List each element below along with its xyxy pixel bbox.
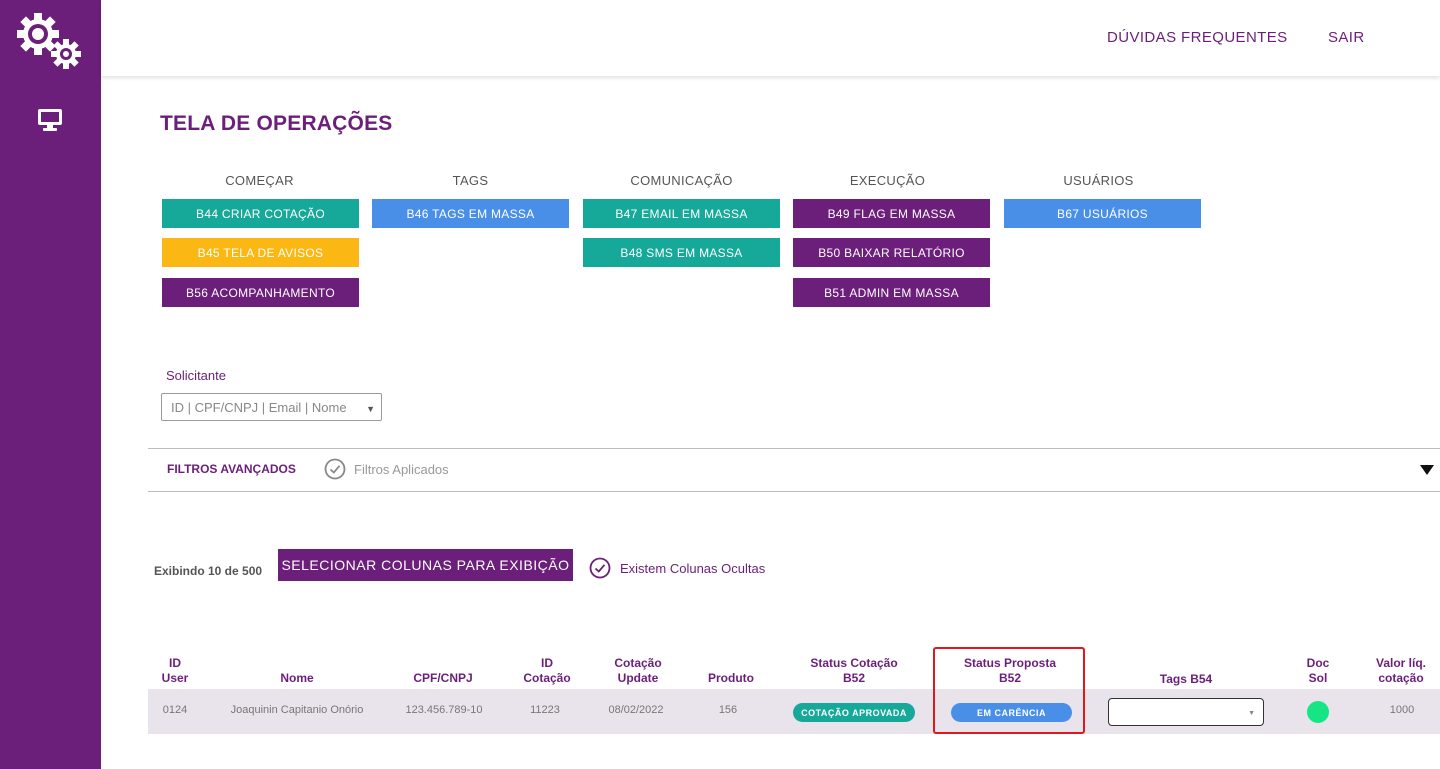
group-title-tags: TAGS bbox=[452, 173, 489, 188]
top-navbar: DÚVIDAS FREQUENTES SAIR bbox=[101, 0, 1440, 76]
group-title-execucao: EXECUÇÃO bbox=[849, 173, 926, 188]
tags-em-massa-button[interactable]: B46 TAGS EM MASSA bbox=[372, 199, 569, 228]
tags-select[interactable]: ▼ bbox=[1108, 698, 1264, 726]
advanced-filters-bar: FILTROS AVANÇADOS Filtros Aplicados bbox=[148, 448, 1440, 492]
sms-em-massa-button[interactable]: B48 SMS EM MASSA bbox=[583, 238, 780, 267]
group-title-usuarios: USUÁRIOS bbox=[1063, 173, 1134, 188]
showing-count: Exibindo 10 de 500 bbox=[154, 564, 263, 578]
column-header-cpf[interactable]: CPF/CNPJ bbox=[403, 671, 483, 686]
column-header-id-user[interactable]: ID User bbox=[154, 656, 196, 686]
column-header-status-proposta[interactable]: Status Proposta B52 bbox=[950, 656, 1070, 686]
monitor-icon[interactable] bbox=[37, 107, 63, 133]
cell-nome: Joaquinin Capitanio Onório bbox=[230, 704, 364, 716]
admin-em-massa-button[interactable]: B51 ADMIN EM MASSA bbox=[793, 278, 990, 307]
logout-link[interactable]: SAIR bbox=[1328, 29, 1365, 46]
email-em-massa-button[interactable]: B47 EMAIL EM MASSA bbox=[583, 199, 780, 228]
usuarios-button[interactable]: B67 USUÁRIOS bbox=[1004, 199, 1201, 228]
advanced-filters-title[interactable]: FILTROS AVANÇADOS bbox=[167, 462, 296, 476]
faq-link[interactable]: DÚVIDAS FREQUENTES bbox=[1107, 29, 1288, 46]
acompanhamento-button[interactable]: B56 ACOMPANHAMENTO bbox=[162, 278, 359, 307]
filters-applied-label: Filtros Aplicados bbox=[354, 462, 449, 477]
column-header-id-cotacao[interactable]: ID Cotação bbox=[517, 656, 577, 686]
doc-status-indicator bbox=[1307, 701, 1329, 723]
cell-id-cotacao: 11223 bbox=[530, 704, 560, 716]
group-title-comecar: COMEÇAR bbox=[225, 173, 294, 188]
column-header-valor[interactable]: Valor líq. cotação bbox=[1366, 656, 1436, 686]
solicitante-placeholder: ID | CPF/CNPJ | Email | Nome bbox=[171, 399, 347, 415]
baixar-relatorio-button[interactable]: B50 BAIXAR RELATÓRIO bbox=[793, 238, 990, 267]
hidden-columns-label: Existem Colunas Ocultas bbox=[620, 561, 766, 576]
tela-de-avisos-button[interactable]: B45 TELA DE AVISOS bbox=[162, 238, 359, 267]
column-header-tags[interactable]: Tags B54 bbox=[1136, 672, 1236, 687]
chevron-down-icon: ▼ bbox=[1248, 710, 1255, 717]
column-header-doc-sol[interactable]: Doc Sol bbox=[1296, 656, 1340, 686]
cell-cpf: 123.456.789-10 bbox=[405, 704, 483, 716]
solicitante-select[interactable]: ID | CPF/CNPJ | Email | Nome ▼ bbox=[161, 393, 382, 421]
cell-produto: 156 bbox=[718, 704, 738, 716]
column-header-status-cotacao[interactable]: Status Cotação B52 bbox=[794, 656, 914, 686]
cell-valor: 1000 bbox=[1389, 704, 1415, 716]
group-title-comunicacao: COMUNICAÇÃO bbox=[630, 173, 733, 188]
criar-cotacao-button[interactable]: B44 CRIAR COTAÇÃO bbox=[162, 199, 359, 228]
status-cotacao-badge: COTAÇÃO APROVADA bbox=[793, 703, 915, 722]
sidebar bbox=[0, 0, 101, 769]
caret-down-icon[interactable] bbox=[1420, 465, 1434, 475]
check-circle-icon bbox=[589, 557, 611, 579]
solicitante-label: Solicitante bbox=[166, 368, 226, 383]
status-proposta-badge: EM CARÊNCIA bbox=[951, 703, 1072, 722]
cell-cotacao-update: 08/02/2022 bbox=[608, 704, 664, 716]
gears-icon bbox=[17, 13, 81, 69]
column-header-produto[interactable]: Produto bbox=[700, 671, 762, 686]
select-columns-button[interactable]: SELECIONAR COLUNAS PARA EXIBIÇÃO bbox=[278, 549, 573, 581]
page-title: TELA DE OPERAÇÕES bbox=[160, 112, 393, 135]
flag-em-massa-button[interactable]: B49 FLAG EM MASSA bbox=[793, 199, 990, 228]
cell-id-user: 0124 bbox=[162, 704, 188, 716]
column-header-cotacao-update[interactable]: Cotação Update bbox=[602, 656, 674, 686]
column-header-nome[interactable]: Nome bbox=[247, 671, 347, 686]
chevron-down-icon: ▼ bbox=[366, 404, 375, 414]
check-circle-icon bbox=[324, 458, 346, 480]
